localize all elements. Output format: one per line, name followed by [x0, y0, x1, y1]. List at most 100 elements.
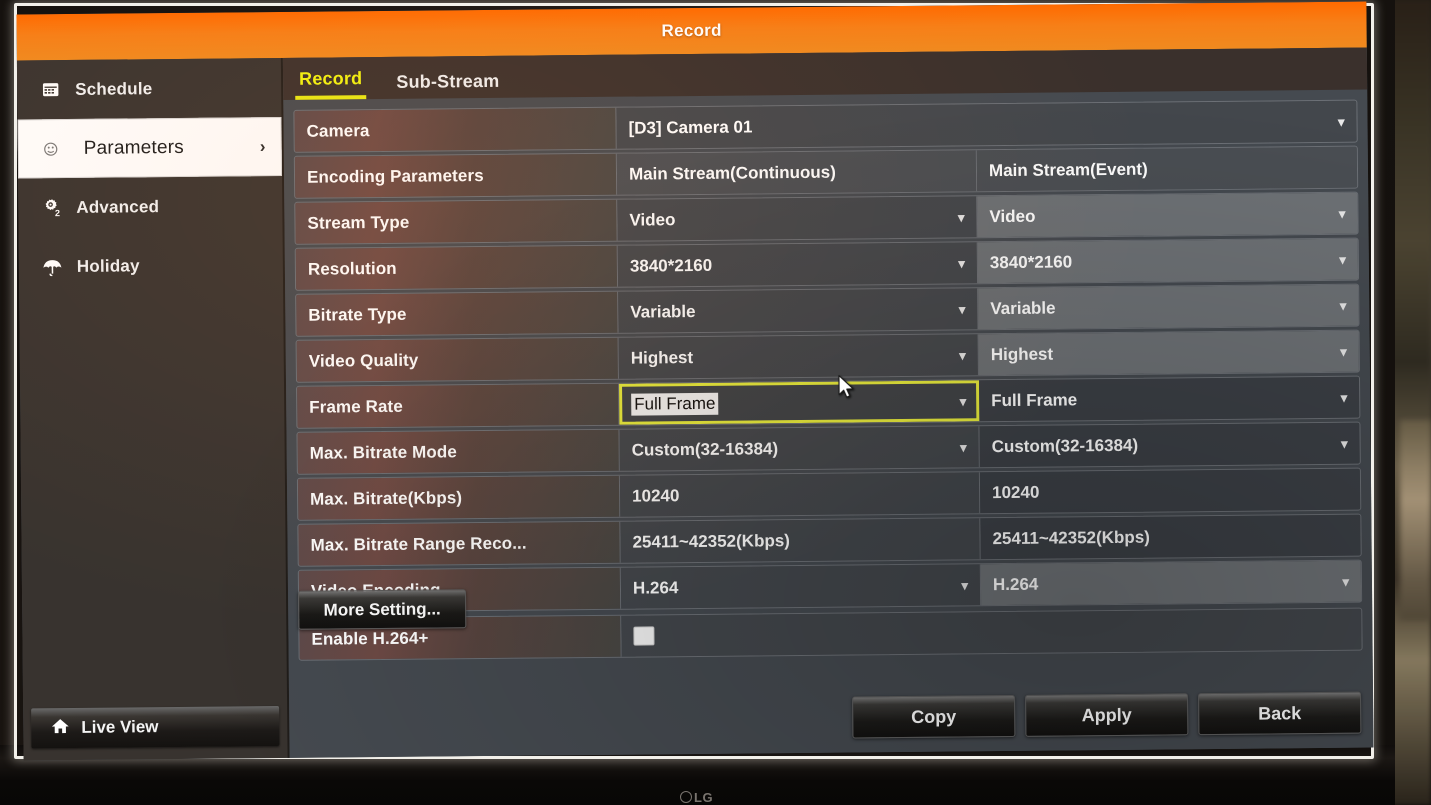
- cell-value: Custom(32-16384): [631, 438, 779, 460]
- resolution-continuous-select[interactable]: 3840*2160 ▾: [617, 242, 979, 287]
- calendar-icon: [39, 79, 61, 101]
- row-label: Max. Bitrate Range Reco...: [298, 521, 621, 566]
- row-label: Camera: [294, 107, 617, 152]
- lg-mark-icon: [680, 791, 692, 803]
- chevron-down-icon: ▾: [1339, 297, 1347, 313]
- row-label: Resolution: [295, 245, 619, 290]
- live-view-button[interactable]: Live View: [31, 706, 280, 749]
- parameters-table: Camera [D3] Camera 01 ▾ Encoding Paramet…: [293, 99, 1363, 661]
- cell-value: 25411~42352(Kbps): [632, 530, 790, 552]
- row-label: Frame Rate: [297, 383, 620, 428]
- cell-value: Video: [989, 206, 1036, 226]
- enable-h264plus-cell[interactable]: [621, 608, 1362, 657]
- max-bitrate-range-continuous-value: 25411~42352(Kbps): [620, 518, 981, 563]
- chevron-down-icon: ▾: [1338, 205, 1346, 221]
- lg-logo-text: LG: [694, 789, 714, 805]
- sidebar-item-holiday[interactable]: Holiday: [19, 235, 284, 297]
- stream-type-event-select[interactable]: Video ▾: [977, 192, 1358, 238]
- chevron-down-icon: ▾: [1341, 435, 1348, 451]
- row-label: Encoding Parameters: [294, 153, 618, 198]
- nvr-record-screen: Record Schedule Parameters › 2 Advanced …: [16, 1, 1374, 761]
- max-bitrate-mode-continuous-select[interactable]: Custom(32-16384) ▾: [619, 426, 980, 471]
- resolution-event-select[interactable]: 3840*2160 ▾: [977, 238, 1359, 284]
- sidebar-item-schedule[interactable]: Schedule: [17, 58, 282, 120]
- chevron-down-icon: ▾: [1337, 113, 1345, 129]
- tab-sub-stream[interactable]: Sub-Stream: [392, 71, 503, 99]
- home-icon: [51, 718, 69, 739]
- chevron-down-icon: ▾: [959, 393, 967, 409]
- table-row-max-bitrate-mode: Max. Bitrate Mode Custom(32-16384) ▾ Cus…: [296, 421, 1361, 475]
- video-encoding-event-select[interactable]: H.264 ▾: [980, 560, 1362, 606]
- lg-logo: LG: [680, 789, 750, 805]
- sidebar-item-advanced[interactable]: 2 Advanced: [18, 176, 283, 238]
- video-quality-event-select[interactable]: Highest ▾: [978, 330, 1359, 376]
- max-bitrate-mode-event-select[interactable]: Custom(32-16384) ▾: [979, 422, 1360, 468]
- stream-type-continuous-select[interactable]: Video ▾: [617, 196, 978, 241]
- sidebar-item-parameters[interactable]: Parameters ›: [17, 116, 283, 179]
- bitrate-type-event-select[interactable]: Variable ▾: [978, 284, 1359, 330]
- chevron-down-icon: ▾: [961, 577, 969, 593]
- max-bitrate-continuous-input[interactable]: 10240: [619, 472, 981, 517]
- chevron-right-icon: ›: [259, 136, 266, 156]
- page-title: Record: [661, 20, 722, 41]
- chevron-down-icon: ▾: [1342, 573, 1350, 589]
- table-row-camera: Camera [D3] Camera 01 ▾: [293, 99, 1358, 153]
- row-label: Max. Bitrate Mode: [297, 429, 620, 474]
- table-row-video-quality: Video Quality Highest ▾ Highest ▾: [295, 329, 1360, 383]
- table-row-max-bitrate-range: Max. Bitrate Range Reco... 25411~42352(K…: [297, 513, 1362, 567]
- tab-bar: Record Sub-Stream: [282, 47, 1368, 100]
- enable-h264plus-checkbox[interactable]: [633, 626, 655, 646]
- table-row-bitrate-type: Bitrate Type Variable ▾ Variable ▾: [295, 283, 1360, 337]
- tab-record[interactable]: Record: [294, 68, 367, 100]
- max-bitrate-event-input[interactable]: 10240: [979, 468, 1361, 514]
- chevron-down-icon: ▾: [1340, 343, 1347, 359]
- cell-value: 25411~42352(Kbps): [992, 527, 1150, 548]
- sidebar-item-label: Parameters: [83, 136, 185, 159]
- cell-value: 3840*2160: [989, 251, 1073, 272]
- cell-value: Video: [629, 209, 676, 230]
- chevron-down-icon: ▾: [958, 255, 965, 271]
- column-header-continuous: Main Stream(Continuous): [616, 150, 978, 195]
- chevron-down-icon: ▾: [958, 301, 966, 317]
- frame-rate-event-select[interactable]: Full Frame ▾: [979, 376, 1360, 422]
- cell-value: 10240: [632, 485, 680, 506]
- copy-button[interactable]: Copy: [852, 694, 1016, 739]
- cell-value: Variable: [630, 301, 696, 322]
- row-label: Max. Bitrate(Kbps): [297, 475, 621, 520]
- sidebar: Schedule Parameters › 2 Advanced Holiday…: [16, 57, 290, 761]
- table-row-max-bitrate-kbps: Max. Bitrate(Kbps) 10240 10240: [296, 467, 1362, 521]
- row-label: Bitrate Type: [296, 291, 619, 336]
- table-row-resolution: Resolution 3840*2160 ▾ 3840*2160 ▾: [294, 237, 1360, 291]
- cell-value: Highest: [990, 344, 1054, 364]
- chevron-down-icon: ▾: [1339, 251, 1346, 267]
- bitrate-type-continuous-select[interactable]: Variable ▾: [618, 288, 979, 333]
- table-row-frame-rate: Frame Rate Full Frame ▾ Full Frame ▾: [296, 375, 1361, 429]
- cell-value: H.264: [992, 574, 1039, 594]
- video-encoding-continuous-select[interactable]: H.264 ▾: [620, 564, 982, 609]
- chevron-down-icon: ▾: [957, 209, 965, 225]
- back-button[interactable]: Back: [1198, 691, 1362, 736]
- cell-value: 3840*2160: [629, 255, 713, 276]
- chevron-down-icon: ▾: [959, 347, 966, 363]
- cell-value: Custom(32-16384): [991, 435, 1139, 456]
- camera-value: [D3] Camera 01: [628, 116, 753, 138]
- live-view-label: Live View: [81, 717, 159, 737]
- footer-buttons: Copy Apply Back: [852, 691, 1362, 739]
- chevron-down-icon: ▾: [1340, 389, 1348, 405]
- row-label: Stream Type: [295, 199, 618, 244]
- video-quality-continuous-select[interactable]: Highest ▾: [618, 334, 979, 379]
- content-area: Record Sub-Stream Camera [D3] Camera 01 …: [282, 47, 1374, 758]
- background-object: [1400, 420, 1431, 620]
- column-header-event: Main Stream(Event): [976, 146, 1358, 192]
- cell-value: 10240: [991, 482, 1040, 502]
- camera-select[interactable]: [D3] Camera 01 ▾: [616, 100, 1357, 149]
- frame-rate-continuous-select[interactable]: Full Frame ▾: [619, 380, 980, 425]
- table-row-encoding-parameters: Encoding Parameters Main Stream(Continuo…: [293, 145, 1359, 199]
- max-bitrate-range-event-value: 25411~42352(Kbps): [980, 514, 1361, 560]
- apply-button[interactable]: Apply: [1025, 693, 1189, 737]
- more-setting-button[interactable]: More Setting...: [297, 589, 467, 630]
- sidebar-item-label: Advanced: [76, 196, 160, 217]
- table-row-stream-type: Stream Type Video ▾ Video ▾: [294, 191, 1359, 245]
- svg-text:2: 2: [54, 208, 59, 218]
- settings-icon: [40, 138, 62, 160]
